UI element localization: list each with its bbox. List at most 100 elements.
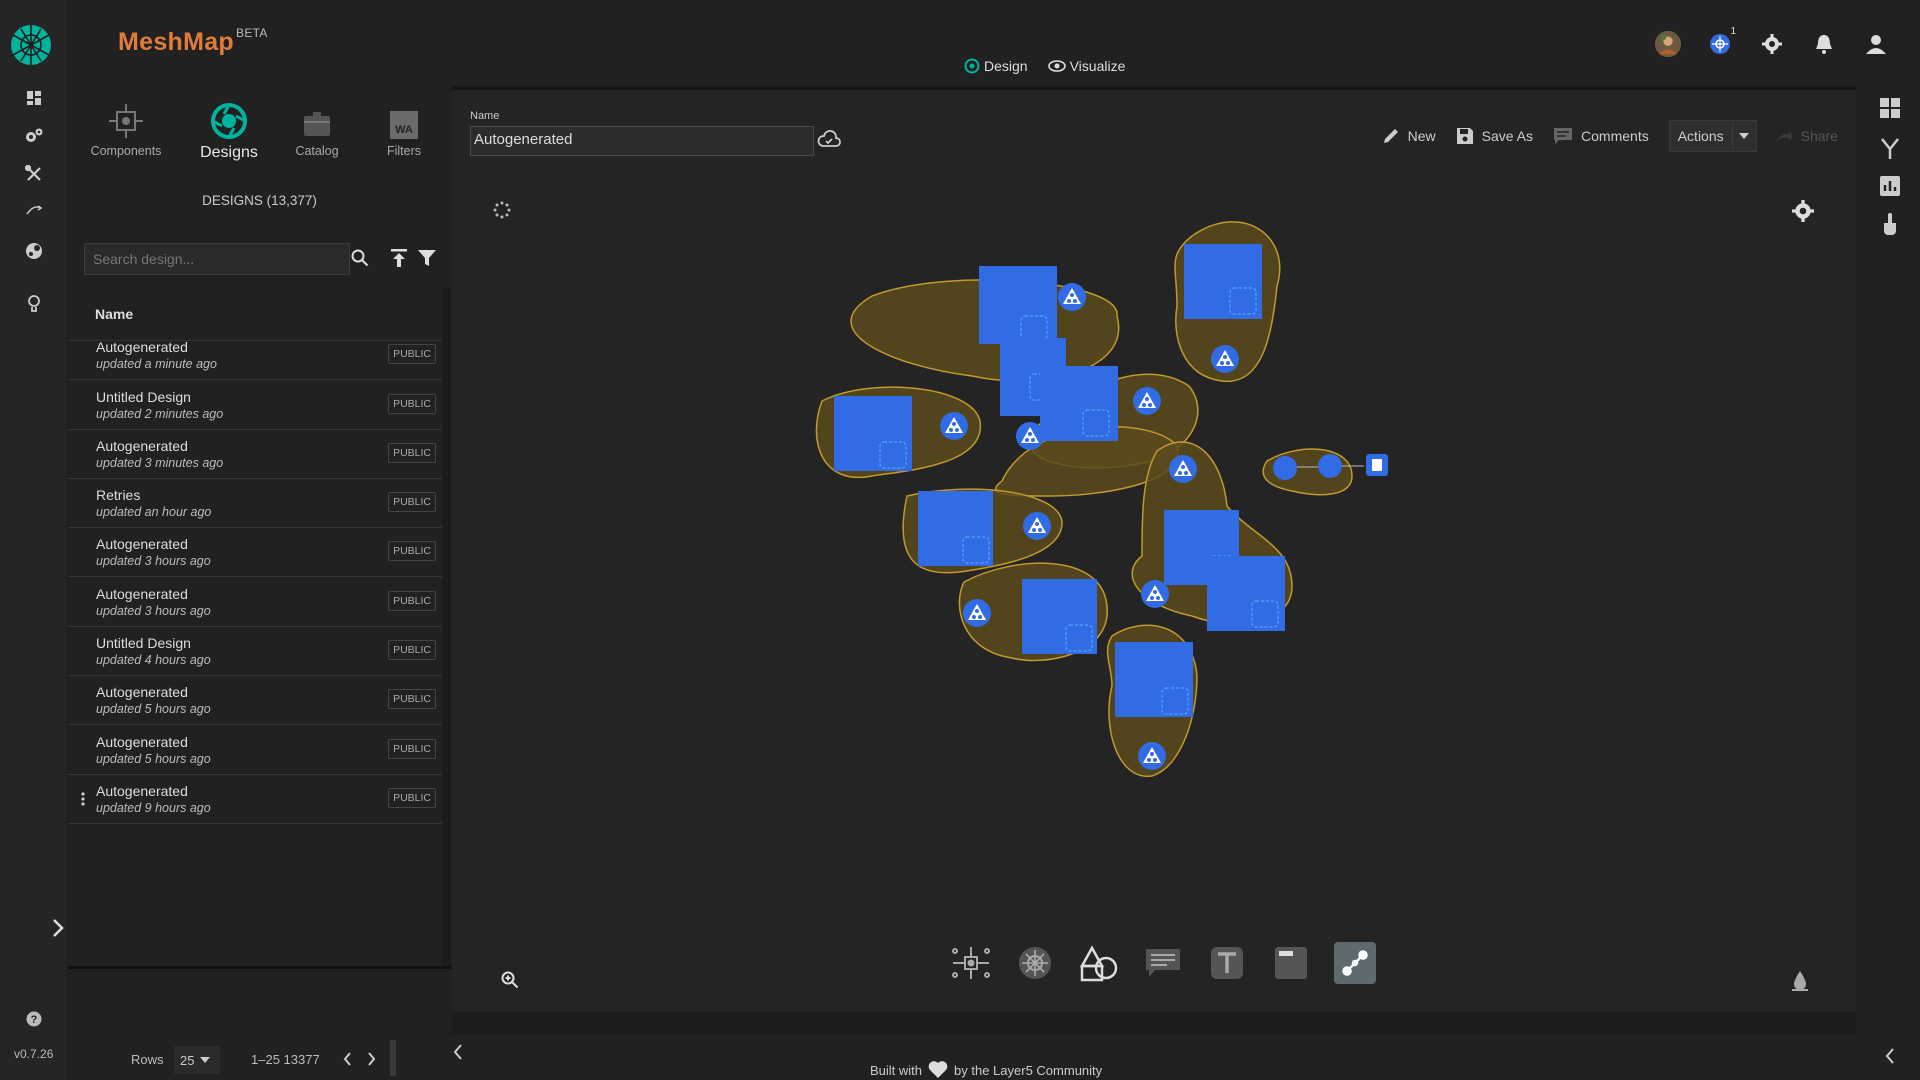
mesh-graph[interactable]: [452, 86, 1856, 1012]
service-node[interactable]: [1141, 580, 1169, 608]
right-tools-rail: [1856, 86, 1920, 1080]
service-node[interactable]: [1211, 345, 1239, 373]
group-hull[interactable]: [1106, 624, 1198, 777]
side-panel-scrollbar[interactable]: [442, 288, 451, 966]
rows-per-page-select[interactable]: 25: [174, 1046, 220, 1074]
visualize-mode-button[interactable]: Visualize: [1047, 58, 1126, 74]
design-row[interactable]: Retries updated an hour ago PUBLIC: [68, 479, 442, 528]
tab-filters[interactable]: WA Filters: [359, 96, 449, 158]
designs-icon: [211, 103, 247, 139]
design-row[interactable]: Autogenerated updated 5 hours ago PUBLIC: [68, 726, 442, 775]
kubernetes-dock-icon[interactable]: [1014, 942, 1056, 984]
design-row[interactable]: Untitled Design updated 4 hours ago PUBL…: [68, 627, 442, 676]
next-page-icon[interactable]: [367, 1052, 376, 1066]
design-name: Untitled Design: [96, 635, 191, 651]
components-dock-icon[interactable]: [950, 942, 992, 984]
lightbulb-icon[interactable]: [20, 290, 48, 318]
section-dock-icon[interactable]: [1270, 942, 1312, 984]
pod-node[interactable]: [1022, 579, 1097, 654]
pod-node[interactable]: [1184, 244, 1262, 319]
lifecycle-gears-icon[interactable]: [20, 122, 48, 150]
row-more-options-icon[interactable]: [81, 792, 85, 806]
design-row[interactable]: Autogenerated updated a minute ago PUBLI…: [68, 331, 442, 380]
shapes-dock-icon[interactable]: [1078, 942, 1120, 984]
configuration-tools-icon[interactable]: [20, 160, 48, 188]
service-node[interactable]: [963, 599, 991, 627]
visibility-badge: PUBLIC: [388, 492, 436, 512]
design-row[interactable]: Untitled Design updated 2 minutes ago PU…: [68, 381, 442, 430]
user-node[interactable]: [1273, 456, 1297, 480]
prev-page-icon[interactable]: [343, 1052, 352, 1066]
design-name: Untitled Design: [96, 389, 191, 405]
tab-components[interactable]: Components: [81, 96, 171, 158]
tab-designs[interactable]: Designs: [184, 96, 274, 162]
design-row[interactable]: Autogenerated updated 5 hours ago PUBLIC: [68, 676, 442, 725]
design-updated: updated 2 minutes ago: [96, 407, 224, 421]
group-hull[interactable]: [958, 562, 1108, 662]
service-node[interactable]: [1058, 283, 1086, 311]
collapse-right-rail-chevron-icon[interactable]: [1878, 1044, 1902, 1068]
edge-handle-dock-icon[interactable]: [1334, 942, 1376, 984]
zoom-in-icon[interactable]: [501, 971, 519, 989]
group-hull[interactable]: [850, 266, 1120, 382]
filter-icon[interactable]: [418, 250, 436, 266]
design-row[interactable]: Autogenerated updated 9 hours ago PUBLIC: [68, 775, 442, 824]
tab-catalog[interactable]: Catalog: [272, 96, 362, 158]
hand-pointer-icon[interactable]: [1878, 212, 1902, 236]
design-row[interactable]: Autogenerated updated 3 hours ago PUBLIC: [68, 578, 442, 627]
insights-chart-icon[interactable]: [1878, 174, 1902, 198]
dashboard-icon[interactable]: [20, 84, 48, 112]
search-design-input[interactable]: Search design...: [84, 243, 350, 275]
visibility-badge: PUBLIC: [388, 394, 436, 414]
help-icon[interactable]: ?: [20, 1005, 48, 1033]
design-row[interactable]: Autogenerated updated 3 minutes ago PUBL…: [68, 430, 442, 479]
extensions-icon[interactable]: [20, 237, 48, 265]
expand-nav-chevron-icon[interactable]: [52, 918, 64, 938]
design-updated: updated 5 hours ago: [96, 752, 211, 766]
settings-gear-icon[interactable]: [1758, 30, 1786, 58]
visualize-mode-label: Visualize: [1069, 58, 1126, 74]
user-profile-icon[interactable]: [1862, 30, 1890, 58]
user-avatar-photo[interactable]: [1654, 30, 1682, 58]
service-node[interactable]: [940, 412, 968, 440]
pod-node[interactable]: [918, 491, 993, 566]
group-hull[interactable]: [1174, 221, 1281, 382]
service-node[interactable]: [1169, 455, 1197, 483]
design-row[interactable]: Autogenerated updated 3 hours ago PUBLIC: [68, 528, 442, 577]
service-node[interactable]: [1016, 422, 1044, 450]
performance-icon[interactable]: [20, 196, 48, 224]
merge-icon[interactable]: [1878, 136, 1902, 160]
design-mode-button[interactable]: Design: [964, 58, 1028, 74]
user-node[interactable]: [1318, 454, 1342, 478]
text-dock-icon[interactable]: [1206, 942, 1248, 984]
design-name: Autogenerated: [96, 684, 188, 700]
pod-node[interactable]: [1115, 642, 1193, 717]
group-hull[interactable]: [902, 488, 1063, 574]
group-hull[interactable]: [1262, 448, 1388, 496]
pod-node[interactable]: [1207, 556, 1285, 631]
collapse-panel-chevron-icon[interactable]: [452, 1043, 464, 1061]
paint-drop-icon[interactable]: [1792, 971, 1808, 991]
pod-node[interactable]: [979, 266, 1057, 344]
tab-designs-label: Designs: [200, 144, 258, 161]
pod-node[interactable]: [1040, 366, 1118, 441]
kubernetes-context-icon[interactable]: 1: [1706, 26, 1736, 58]
pod-node[interactable]: [834, 396, 912, 471]
design-canvas[interactable]: Name Autogenerated New Save As Comments …: [452, 86, 1856, 1012]
service-node[interactable]: [1133, 387, 1161, 415]
layout-grid-icon[interactable]: [1878, 96, 1902, 120]
search-icon[interactable]: [351, 249, 369, 267]
designs-count-heading: DESIGNS (13,377): [202, 193, 317, 208]
design-updated: updated 9 hours ago: [96, 801, 211, 815]
sort-upload-icon[interactable]: [391, 249, 407, 267]
service-node[interactable]: [1023, 512, 1051, 540]
group-hull[interactable]: [815, 386, 981, 479]
pager-scroll-handle[interactable]: [390, 1040, 396, 1076]
service-node[interactable]: [1138, 742, 1166, 770]
meshery-logo-icon[interactable]: [10, 24, 52, 66]
design-updated: updated 4 hours ago: [96, 653, 211, 667]
comments-dock-icon[interactable]: [1142, 942, 1184, 984]
design-updated: updated a minute ago: [96, 357, 217, 371]
design-name: Autogenerated: [96, 536, 188, 552]
notifications-bell-icon[interactable]: [1810, 30, 1838, 58]
